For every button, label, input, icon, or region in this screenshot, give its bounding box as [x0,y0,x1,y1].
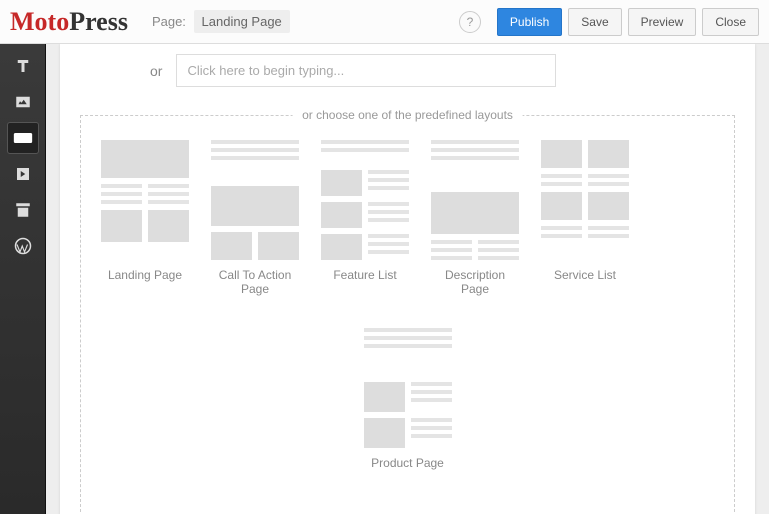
layout-feature-list[interactable]: Feature List [321,140,409,298]
layout-label: Call To Action Page [211,268,299,298]
layout-label: Product Page [371,456,444,486]
media-tool-icon[interactable] [7,158,39,190]
layout-label: Description Page [431,268,519,298]
top-bar: MotoPress Page: Landing Page ? Publish S… [0,0,769,44]
layouts-title: or choose one of the predefined layouts [292,108,523,122]
image-tool-icon[interactable] [7,86,39,118]
wordpress-icon[interactable] [7,230,39,262]
publish-button[interactable]: Publish [497,8,562,36]
content-area: or Click here to begin typing... or choo… [46,44,769,514]
layout-description-page[interactable]: Description Page [431,140,519,298]
layout-label: Feature List [333,268,396,298]
layout-label: Landing Page [108,268,182,298]
button-tool-icon[interactable] [7,122,39,154]
or-label: or [150,63,162,79]
archive-tool-icon[interactable] [7,194,39,226]
close-button[interactable]: Close [702,8,759,36]
layout-label: Service List [554,268,616,298]
preview-button[interactable]: Preview [628,8,697,36]
help-button[interactable]: ? [459,11,481,33]
page-label: Page: Landing Page [152,14,290,29]
layout-cta-page[interactable]: Call To Action Page [211,140,299,298]
layout-landing-page[interactable]: Landing Page [101,140,189,298]
text-tool-icon[interactable] [7,50,39,82]
page-name-field[interactable]: Landing Page [194,10,290,33]
save-button[interactable]: Save [568,8,621,36]
layout-product-page[interactable]: Product Page [364,328,452,486]
layout-service-list[interactable]: Service List [541,140,629,298]
page-canvas: or Click here to begin typing... or choo… [60,44,755,514]
sidebar [0,44,46,514]
logo: MotoPress [10,7,128,37]
typing-input[interactable]: Click here to begin typing... [176,54,556,87]
layouts-panel: or choose one of the predefined layouts … [80,115,735,514]
